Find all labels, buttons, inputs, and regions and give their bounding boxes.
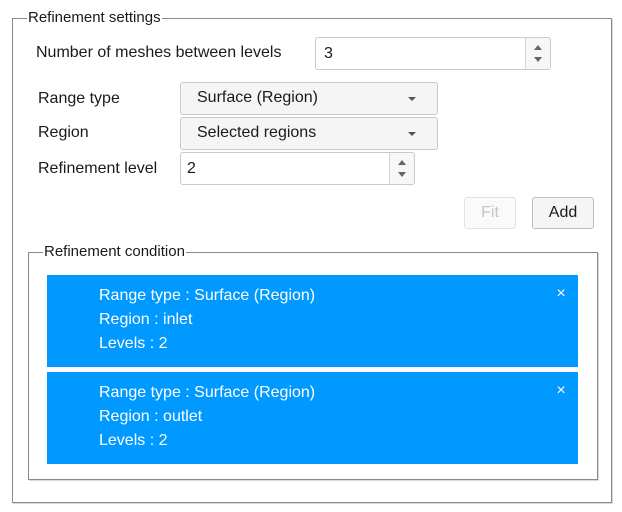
close-icon[interactable]: × (554, 383, 568, 399)
condition-levels: Levels : 2 (99, 335, 168, 352)
increment-icon[interactable] (398, 160, 406, 165)
condition-levels: Levels : 2 (99, 432, 168, 449)
range-type-value: Surface (Region) (197, 89, 318, 106)
increment-icon[interactable] (534, 45, 542, 50)
condition-range-type: Range type : Surface (Region) (99, 287, 316, 304)
condition-region: Region : outlet (99, 408, 203, 425)
refinement-level-input[interactable]: 2 (180, 152, 415, 185)
region-value: Selected regions (197, 124, 317, 141)
refinement-condition-legend: Refinement condition (43, 243, 186, 261)
meshes-between-levels-label: Number of meshes between levels (36, 44, 282, 61)
refinement-level-label: Refinement level (38, 160, 158, 177)
range-type-select[interactable]: Surface (Region) (180, 82, 438, 115)
condition-item[interactable]: Range type : Surface (Region) Region : o… (47, 372, 578, 464)
region-label: Region (38, 124, 89, 141)
range-type-label: Range type (38, 90, 120, 107)
meshes-between-levels-value: 3 (324, 45, 333, 62)
decrement-icon[interactable] (398, 172, 406, 177)
condition-item[interactable]: Range type : Surface (Region) Region : i… (47, 275, 578, 367)
refinement-level-value: 2 (187, 160, 196, 177)
add-button[interactable]: Add (532, 197, 594, 229)
meshes-between-levels-stepper[interactable] (525, 38, 550, 69)
chevron-down-icon (408, 132, 416, 136)
meshes-between-levels-input[interactable]: 3 (315, 37, 551, 70)
condition-range-type: Range type : Surface (Region) (99, 384, 316, 401)
fit-button[interactable]: Fit (464, 197, 516, 229)
condition-region: Region : inlet (99, 311, 193, 328)
refinement-settings-legend: Refinement settings (27, 9, 162, 27)
region-select[interactable]: Selected regions (180, 117, 438, 150)
decrement-icon[interactable] (534, 57, 542, 62)
refinement-level-stepper[interactable] (389, 153, 414, 184)
close-icon[interactable]: × (554, 286, 568, 302)
chevron-down-icon (408, 97, 416, 101)
